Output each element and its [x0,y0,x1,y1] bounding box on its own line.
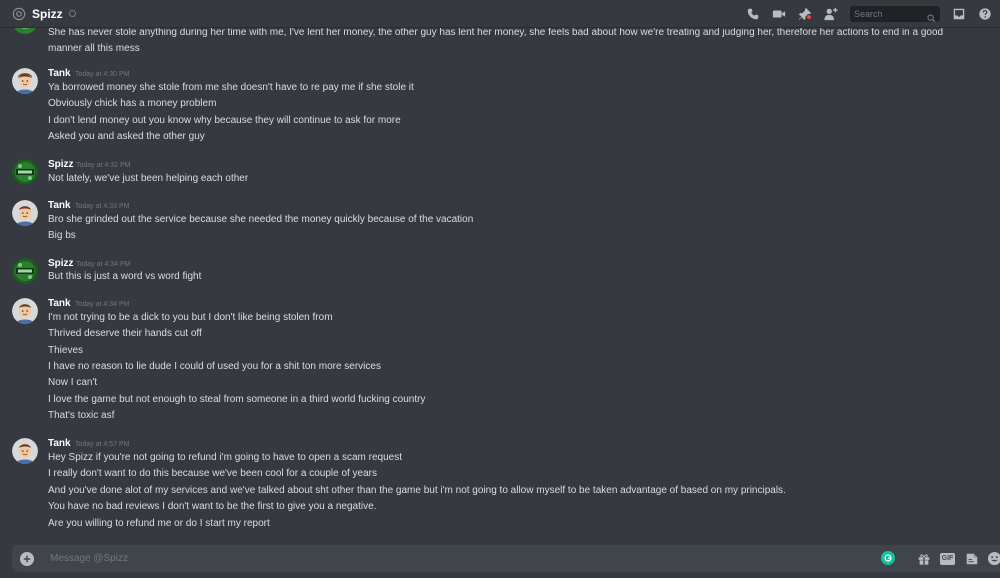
message-text: I really don't want to do this because w… [48,468,378,479]
timestamp: Today at 4:30 PM [75,71,130,78]
message-input[interactable] [48,552,832,565]
tank-avatar[interactable] [12,298,38,324]
offline-status-icon [68,10,76,17]
message-text: Ya borrowed money she stole from me she … [48,82,414,93]
timestamp: Today at 4:32 PM [76,162,131,169]
message-text: But this is just a word vs word fight [48,271,202,282]
message-list: She has never stole anything during her … [0,28,1000,540]
timestamp: Today at 4:33 PM [75,203,130,210]
message-composer: GIF [12,545,1000,572]
message-text: Bro she grinded out the service because … [48,214,474,225]
spizz-avatar[interactable] [12,159,38,185]
tank-avatar[interactable] [12,438,38,464]
message-text: Asked you and asked the other guy [48,131,205,142]
username[interactable]: Tank [48,438,71,449]
timestamp: Today at 4:57 PM [75,441,130,448]
channel-header: Spizz [0,0,1000,28]
timestamp: Today at 4:34 PM [75,301,130,308]
username[interactable]: Tank [48,68,71,79]
sticker-icon[interactable] [964,551,979,566]
inbox-icon[interactable] [952,7,966,21]
message-text: She has never stole anything during her … [48,28,944,54]
gift-icon[interactable] [916,551,931,566]
message-text: I love the game but not enough to steal … [48,394,426,405]
message-text: Are you willing to refund me or do I sta… [48,518,270,529]
spizz-avatar[interactable] [12,258,38,284]
message-text: Not lately, we've just been helping each… [48,173,249,184]
tank-avatar[interactable] [12,68,38,94]
message-text: Big bs [48,230,76,241]
search-box[interactable] [850,6,940,23]
message-text: Thrived deserve their hands cut off [48,328,202,339]
message-text: Hey Spizz if you're not going to refund … [48,452,403,463]
add-friend-icon[interactable] [824,7,838,21]
message-text: I'm not trying to be a dick to you but I… [48,312,333,323]
message-text: I have no reason to lie dude I could of … [48,361,381,372]
video-call-icon[interactable] [772,7,786,21]
upload-button[interactable] [20,551,34,566]
message-text: You have no bad reviews I don't want to … [48,501,377,512]
gif-picker-button[interactable]: GIF [939,551,956,566]
voice-call-icon[interactable] [746,7,760,21]
emoji-icon[interactable] [987,551,1000,566]
message-text: Now I can't [48,377,98,388]
at-sign-icon [12,7,26,21]
search-input[interactable] [854,9,920,19]
timestamp: Today at 4:34 PM [76,261,131,268]
grammarly-icon[interactable] [881,551,895,565]
channel-name: Spizz [32,6,63,21]
avatar [12,28,38,34]
username[interactable]: Tank [48,200,71,211]
search-icon [927,10,936,23]
username[interactable]: Tank [48,298,71,309]
tank-avatar[interactable] [12,200,38,226]
username[interactable]: Spizz [48,159,74,170]
message-text: And you've done alot of my services and … [48,485,786,496]
message-text: Obviously chick has a money problem [48,98,217,109]
help-icon[interactable] [978,7,992,21]
message-text: I don't lend money out you know why beca… [48,115,401,126]
message-text: Thieves [48,345,84,356]
pinned-messages-icon[interactable] [798,7,812,21]
gif-label: GIF [939,552,956,565]
username[interactable]: Spizz [48,258,74,269]
message-text: That's toxic asf [48,410,115,421]
